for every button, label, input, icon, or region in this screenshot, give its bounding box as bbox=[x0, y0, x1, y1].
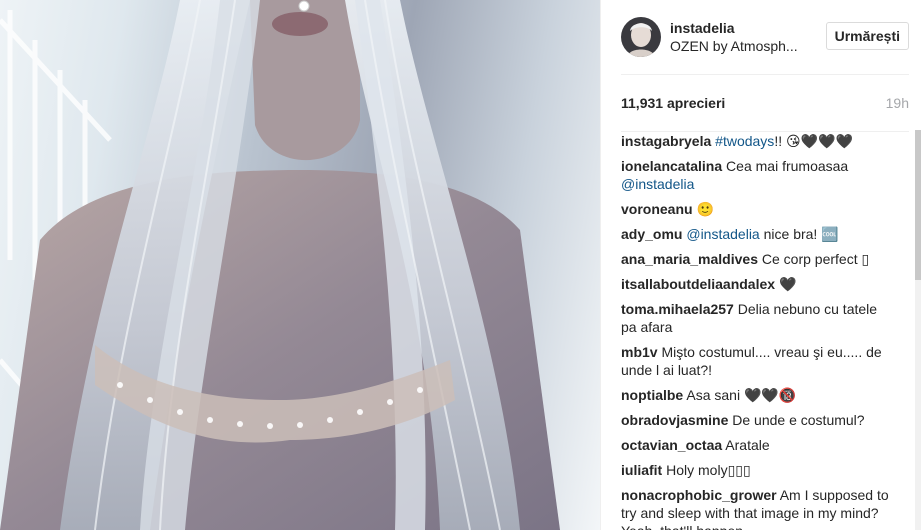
comment-item: nonacrophobic_grower Am I supposed to tr… bbox=[621, 486, 891, 530]
comment-author[interactable]: octavian_octaa bbox=[621, 437, 722, 453]
comment-author[interactable]: ionelancatalina bbox=[621, 158, 722, 174]
following-button[interactable]: Urmărești bbox=[825, 22, 909, 50]
comment-text: Holy moly▯▯▯ bbox=[666, 462, 751, 478]
likes-count[interactable]: 11,931 aprecieri bbox=[621, 95, 725, 111]
comment-author[interactable]: ady_omu bbox=[621, 226, 682, 242]
comment-item: iuliafit Holy moly▯▯▯ bbox=[621, 461, 891, 479]
comment-author[interactable]: voroneanu bbox=[621, 201, 693, 217]
comment-text: nice bra! 🆒 bbox=[763, 226, 839, 242]
comment-item: instagabryela #twodays!! 😘🖤🖤🖤 bbox=[621, 132, 891, 150]
post-photo[interactable] bbox=[0, 0, 600, 530]
comment-mention[interactable]: @instadelia bbox=[621, 176, 694, 192]
post-timestamp[interactable]: 19h bbox=[886, 95, 909, 111]
comment-author[interactable]: toma.mihaela257 bbox=[621, 301, 734, 317]
comment-item: ionelancatalina Cea mai frumoasaa @insta… bbox=[621, 157, 891, 193]
comment-author[interactable]: iuliafit bbox=[621, 462, 662, 478]
comment-item: toma.mihaela257 Delia nebuno cu tatele p… bbox=[621, 300, 891, 336]
comment-text: 🖤 bbox=[778, 276, 797, 292]
comment-item: ana_maria_maldives Ce corp perfect ▯ bbox=[621, 250, 891, 268]
comment-text: Cea mai frumoasaa bbox=[726, 158, 849, 174]
comment-author[interactable]: mb1v bbox=[621, 344, 658, 360]
comment-author[interactable]: nonacrophobic_grower bbox=[621, 487, 777, 503]
comment-author[interactable]: ana_maria_maldives bbox=[621, 251, 758, 267]
comment-author[interactable]: instagabryela bbox=[621, 133, 711, 149]
comment-item: ady_omu @instadelia nice bra! 🆒 bbox=[621, 225, 891, 243]
comment-author[interactable]: itsallaboutdeliaandalex bbox=[621, 276, 775, 292]
comment-text: Aratale bbox=[725, 437, 770, 453]
post-header: instadelia OZEN by Atmosph... Urmărești bbox=[621, 0, 909, 75]
username-link[interactable]: instadelia bbox=[670, 19, 810, 37]
comment-text: 🙂 bbox=[696, 201, 714, 217]
comments-scrollbar[interactable] bbox=[915, 130, 921, 530]
comment-author[interactable]: noptialbe bbox=[621, 387, 683, 403]
location-link[interactable]: OZEN by Atmosph... bbox=[670, 37, 810, 55]
comment-item: obradovjasmine De unde e costumul? bbox=[621, 411, 891, 429]
comments-list[interactable]: instagabryela #twodays!! 😘🖤🖤🖤 ionelancat… bbox=[621, 130, 909, 530]
avatar[interactable] bbox=[621, 17, 661, 57]
comment-text: Mişto costumul.... vreau şi eu..... de u… bbox=[621, 344, 882, 378]
comment-item: itsallaboutdeliaandalex 🖤 bbox=[621, 275, 891, 293]
comment-hashtag[interactable]: #twodays bbox=[715, 133, 774, 149]
comment-text: De unde e costumul? bbox=[732, 412, 865, 428]
comment-item: octavian_octaa Aratale bbox=[621, 436, 891, 454]
comment-mention[interactable]: @instadelia bbox=[686, 226, 759, 242]
user-meta: instadelia OZEN by Atmosph... bbox=[670, 19, 810, 55]
instagram-post: instadelia OZEN by Atmosph... Urmărești … bbox=[0, 0, 921, 530]
post-sidebar: instadelia OZEN by Atmosph... Urmărești … bbox=[600, 0, 921, 530]
comment-text: !! 😘🖤🖤🖤 bbox=[774, 133, 853, 149]
comment-item: mb1v Mişto costumul.... vreau şi eu.....… bbox=[621, 343, 891, 379]
comment-author[interactable]: obradovjasmine bbox=[621, 412, 728, 428]
comment-item: voroneanu 🙂 bbox=[621, 200, 891, 218]
comment-item: noptialbe Asa sani 🖤🖤🔞 bbox=[621, 386, 891, 404]
comment-text: Asa sani 🖤🖤🔞 bbox=[686, 387, 797, 403]
post-photo-illustration bbox=[0, 0, 560, 530]
scrollbar-thumb[interactable] bbox=[915, 130, 921, 280]
comment-text: Ce corp perfect ▯ bbox=[761, 251, 870, 267]
post-stats: 11,931 aprecieri 19h bbox=[621, 75, 909, 132]
